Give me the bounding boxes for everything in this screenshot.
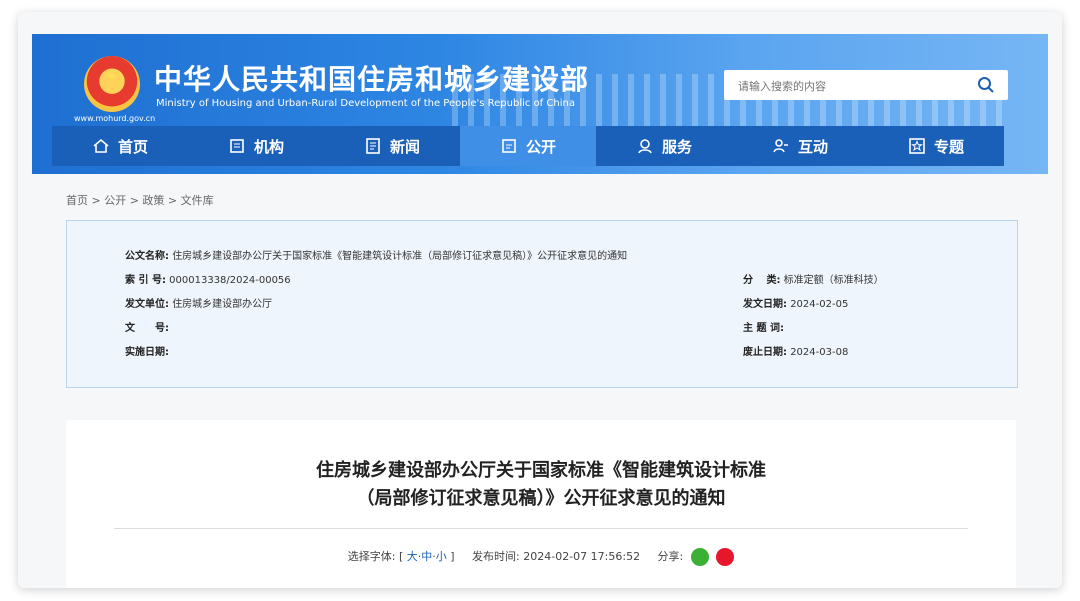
nav-label: 首页 [117,137,148,156]
category-value: 标准定额（标准科技） [783,275,884,286]
publish-time: 2024-02-07 17:56:52 [523,550,641,563]
home-icon [93,138,109,153]
impl-date-row: 实施日期: [125,343,169,358]
index-label: 索 引 号: [125,275,166,286]
search-box [724,70,1008,100]
document-meta: 选择字体: [ 大·中·小 ] 发布时间: 2024-02-07 17:56:5… [66,548,1016,566]
category-label: 分 类: [743,275,781,286]
topic-row: 主 题 词: [743,319,784,334]
expire-date-label: 废止日期: [743,347,787,358]
service-icon [638,139,652,154]
breadcrumb[interactable]: 首页 > 公开 > 政策 > 文件库 [66,192,214,208]
nav-label: 专题 [933,137,964,156]
nav-item-public[interactable]: 公开 [460,126,596,166]
doc-no-row: 文 号: [125,319,169,334]
document-title-line2: （局部修订征求意见稿）》公开征求意见的通知 [356,488,726,509]
wechat-share-icon[interactable] [690,548,709,566]
search-input[interactable] [736,76,970,96]
nav-item-topics[interactable]: 专题 [868,126,1004,166]
weibo-share-icon[interactable] [716,548,735,566]
search-icon[interactable] [976,75,996,95]
index-row: 索 引 号: 000013338/2024-00056 [125,271,291,286]
font-size-label: 选择字体: [347,550,396,563]
building-icon [230,139,244,153]
doc-name-label: 公文名称: [125,251,169,262]
expire-date-row: 废止日期: 2024-03-08 [743,343,848,358]
nav-item-news[interactable]: 新闻 [324,126,460,166]
font-medium-link[interactable]: 中 [421,550,432,563]
document-info-panel: 公文名称: 住房城乡建设部办公厅关于国家标准《智能建筑设计标准（局部修订征求意见… [66,220,1018,388]
national-emblem-icon [84,56,140,112]
document-title-line1: 住房城乡建设部办公厅关于国家标准《智能建筑设计标准 [316,460,766,481]
nav-label: 新闻 [389,137,420,156]
issuer-row: 发文单位: 住房城乡建设部办公厅 [125,295,272,310]
impl-date-label: 实施日期: [125,347,169,358]
star-icon [909,138,925,154]
publish-label: 发布时间: [472,550,520,563]
font-bracket-open: [ [398,550,404,563]
issue-date-row: 发文日期: 2024-02-05 [743,295,848,310]
site-url: www.mohurd.gov.cn [74,114,156,123]
document-content: 住房城乡建设部办公厅关于国家标准《智能建筑设计标准 （局部修订征求意见稿）》公开… [66,420,1016,588]
main-nav: 首页 机构 新闻 公开 服务 互动 专题 [52,126,1004,166]
index-value: 000013338/2024-00056 [169,275,291,286]
doc-name-value: 住房城乡建设部办公厅关于国家标准《智能建筑设计标准（局部修订征求意见稿）》公开征… [172,251,628,262]
nav-label: 机构 [253,137,284,156]
nav-label: 公开 [525,137,556,156]
doc-no-label: 文 号: [125,323,169,334]
emblem-star-icon: ★ [105,68,118,84]
site-title-cn: 中华人民共和国住房和城乡建设部 [154,63,590,96]
nav-item-organization[interactable]: 机构 [188,126,324,166]
issuer-value: 住房城乡建设部办公厅 [172,299,273,310]
screenshot-card: ★ www.mohurd.gov.cn 中华人民共和国住房和城乡建设部 Mini… [18,12,1062,588]
nav-item-interaction[interactable]: 互动 [732,126,868,166]
font-large-link[interactable]: 大 [407,550,418,563]
nav-label: 互动 [797,137,828,156]
issue-date-label: 发文日期: [743,299,787,310]
interaction-icon [773,139,788,153]
document-icon [502,139,516,153]
title-divider [114,528,968,529]
font-bracket-close: ] [450,550,455,563]
doc-name-row: 公文名称: 住房城乡建设部办公厅关于国家标准《智能建筑设计标准（局部修订征求意见… [125,247,627,262]
issue-date-value: 2024-02-05 [790,299,849,310]
site-title-en: Ministry of Housing and Urban-Rural Deve… [156,98,575,109]
nav-label: 服务 [661,137,692,156]
nav-item-home[interactable]: 首页 [52,126,188,166]
category-row: 分 类: 标准定额（标准科技） [743,271,884,286]
news-icon [366,138,380,154]
issuer-label: 发文单位: [125,299,169,310]
nav-item-service[interactable]: 服务 [596,126,732,166]
expire-date-value: 2024-03-08 [790,347,849,358]
font-small-link[interactable]: 小 [436,550,447,563]
topic-label: 主 题 词: [743,323,784,334]
share-label: 分享: [657,550,684,563]
